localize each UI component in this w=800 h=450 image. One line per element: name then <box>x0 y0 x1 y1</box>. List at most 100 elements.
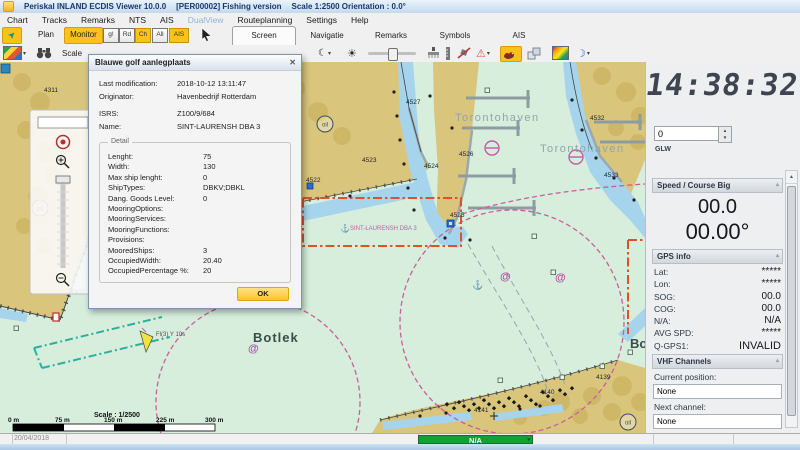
panel-sections: Speed / Course Big ▴ 00.0 00.00° GPS inf… <box>652 178 783 429</box>
status-na-badge[interactable]: N/A ▾ <box>418 435 533 444</box>
menu-remarks[interactable]: Remarks <box>74 15 122 25</box>
tide-button[interactable]: ☽ ▾ <box>576 46 590 60</box>
menu-routeplanning[interactable]: Routeplanning <box>230 15 299 25</box>
detail-group-title: Detail <box>108 138 132 145</box>
slider-track <box>368 52 416 55</box>
zoom-panel[interactable] <box>30 110 96 294</box>
panel-scrollbar[interactable]: ▲ <box>785 170 798 428</box>
glw-input[interactable]: 0 ▲ ▼ <box>654 126 720 141</box>
menu-settings[interactable]: Settings <box>299 15 344 25</box>
berth-at-icon: @ <box>555 272 566 284</box>
status-date: 20/04/2018 <box>14 435 49 442</box>
brightness-slider[interactable] <box>368 46 416 60</box>
tab-remarks[interactable]: Remarks <box>360 28 422 43</box>
brush-icon <box>427 47 440 59</box>
pointer-tool-button[interactable] <box>200 27 216 42</box>
follow-ship-button[interactable]: ➤ <box>2 27 22 44</box>
collapse-icon: ▴ <box>776 355 779 368</box>
sounding-label: 4525 <box>450 212 465 219</box>
light-characteristic-label: Fl(3) Y 10s <box>156 332 185 338</box>
boxes-icon <box>527 47 543 60</box>
anchor-icon: ⚓ <box>472 279 483 290</box>
license-badge: [PER00002] Fishing version <box>176 2 281 11</box>
depth-paint-button[interactable] <box>427 46 440 60</box>
detail-row: OccupiedPercentage %:20 <box>108 266 284 276</box>
rd-button[interactable]: Rd <box>119 28 135 43</box>
clock-display: 14:38:32 <box>644 68 800 103</box>
gps-off-button[interactable] <box>457 46 471 60</box>
vhf-current-input[interactable]: None <box>653 384 782 399</box>
detail-row: Dang. Goods Level:0 <box>108 194 284 204</box>
dialog-body: Last modification:2018-10-12 13:11:47 Or… <box>89 71 301 308</box>
chart-select-button[interactable]: ▾ <box>3 46 26 60</box>
ais-button[interactable]: AIS <box>169 28 189 43</box>
detail-row: Provisions: <box>108 235 284 245</box>
spin-up-icon[interactable]: ▲ <box>723 128 727 133</box>
tide-wave-icon: ☽ <box>576 47 586 60</box>
app-icon <box>3 1 14 12</box>
section-header-speed[interactable]: Speed / Course Big ▴ <box>652 178 783 193</box>
menu-nts[interactable]: NTS <box>122 15 153 25</box>
menu-bar: Chart Tracks Remarks NTS AIS DualView Ro… <box>0 13 800 26</box>
alarms-button[interactable]: ⚠ ▾ <box>476 46 490 60</box>
tab-ais[interactable]: AIS <box>488 28 550 43</box>
slider-thumb[interactable] <box>388 48 398 61</box>
rainbow-icon <box>552 46 569 60</box>
field-row: Name:SINT-LAURENSH DBA 3 <box>99 120 291 133</box>
area-label: Botlek <box>253 330 299 345</box>
section-header-vhf[interactable]: VHF Channels ▴ <box>652 354 783 369</box>
palette-button[interactable] <box>552 46 569 60</box>
search-button[interactable] <box>36 46 52 60</box>
main-toolbar: ➤ Plan Monitor g! Rd Ch All AIS Screen N… <box>0 26 800 44</box>
plan-mode-button[interactable]: Plan <box>33 27 59 42</box>
glw-spinner[interactable]: ▲ ▼ <box>718 126 732 143</box>
chevron-down-icon: ▾ <box>23 50 26 57</box>
instrument-panel: 14:38:32 0 ▲ ▼ GLW Speed / Course Big ▴ … <box>645 62 800 433</box>
tab-symbols[interactable]: Symbols <box>424 28 486 43</box>
menu-tracks[interactable]: Tracks <box>35 15 74 25</box>
field-row: Originator:Havenbedrijf Rotterdam <box>99 90 291 103</box>
detail-row: Max ship lenght:0 <box>108 173 284 183</box>
scale-readout-box <box>38 117 88 128</box>
birds-eye-button[interactable] <box>500 46 522 62</box>
zoom-slider-thumb[interactable] <box>56 176 70 183</box>
course-readout: 00.00° <box>652 219 783 245</box>
brightness-button[interactable]: ☀ <box>347 46 357 60</box>
sounding-label: 4140 <box>540 389 555 396</box>
all-button[interactable]: All <box>152 28 168 43</box>
scale-tick-label: 300 m <box>205 417 224 424</box>
objects-button[interactable] <box>527 46 543 60</box>
menu-ais[interactable]: AIS <box>153 15 181 25</box>
menu-chart[interactable]: Chart <box>0 15 35 25</box>
svg-text:oil: oil <box>625 421 631 427</box>
dialog-title-bar[interactable]: Blauwe golf aanlegplaats ✕ <box>89 55 301 71</box>
scale-orientation-readout: Scale 1:2500 Orientation : 0.0° <box>292 2 406 11</box>
night-mode-button[interactable]: ☾ ▾ <box>318 46 331 60</box>
tab-screen[interactable]: Screen <box>232 26 296 45</box>
ch-button[interactable]: Ch <box>135 28 151 43</box>
sounding-label: 4522 <box>306 177 321 184</box>
scale-tick-label: 150 m <box>104 417 123 424</box>
harbor-label: Torontohaven <box>455 112 540 124</box>
cursor-icon <box>200 27 214 42</box>
monitor-mode-button[interactable]: Monitor <box>64 27 103 44</box>
chevron-down-icon: ▾ <box>328 50 331 57</box>
section-header-gps[interactable]: GPS info ▴ <box>652 249 783 264</box>
alarm-g-button[interactable]: g! <box>103 28 119 43</box>
detail-row: ShipTypes:DBKV;DBKL <box>108 183 284 193</box>
buoy-red-icon <box>53 313 59 321</box>
menu-help[interactable]: Help <box>344 15 375 25</box>
vhf-next-label: Next channel: <box>652 401 783 414</box>
menu-dualview[interactable]: DualView <box>181 15 231 25</box>
chart-colors-icon <box>3 46 22 60</box>
scrollbar-thumb[interactable] <box>787 186 796 416</box>
tab-navigatie[interactable]: Navigatie <box>296 28 358 43</box>
ok-button[interactable]: OK <box>237 287 289 301</box>
scroll-up-icon[interactable]: ▲ <box>786 171 797 184</box>
scale-tick-label: 75 m <box>55 417 70 424</box>
vhf-next-input[interactable]: None <box>653 414 782 429</box>
ruler-button[interactable] <box>445 46 451 60</box>
close-icon[interactable]: ✕ <box>289 58 296 67</box>
gps-row: SOG:00.0 <box>652 291 783 303</box>
spin-down-icon[interactable]: ▼ <box>723 135 727 140</box>
